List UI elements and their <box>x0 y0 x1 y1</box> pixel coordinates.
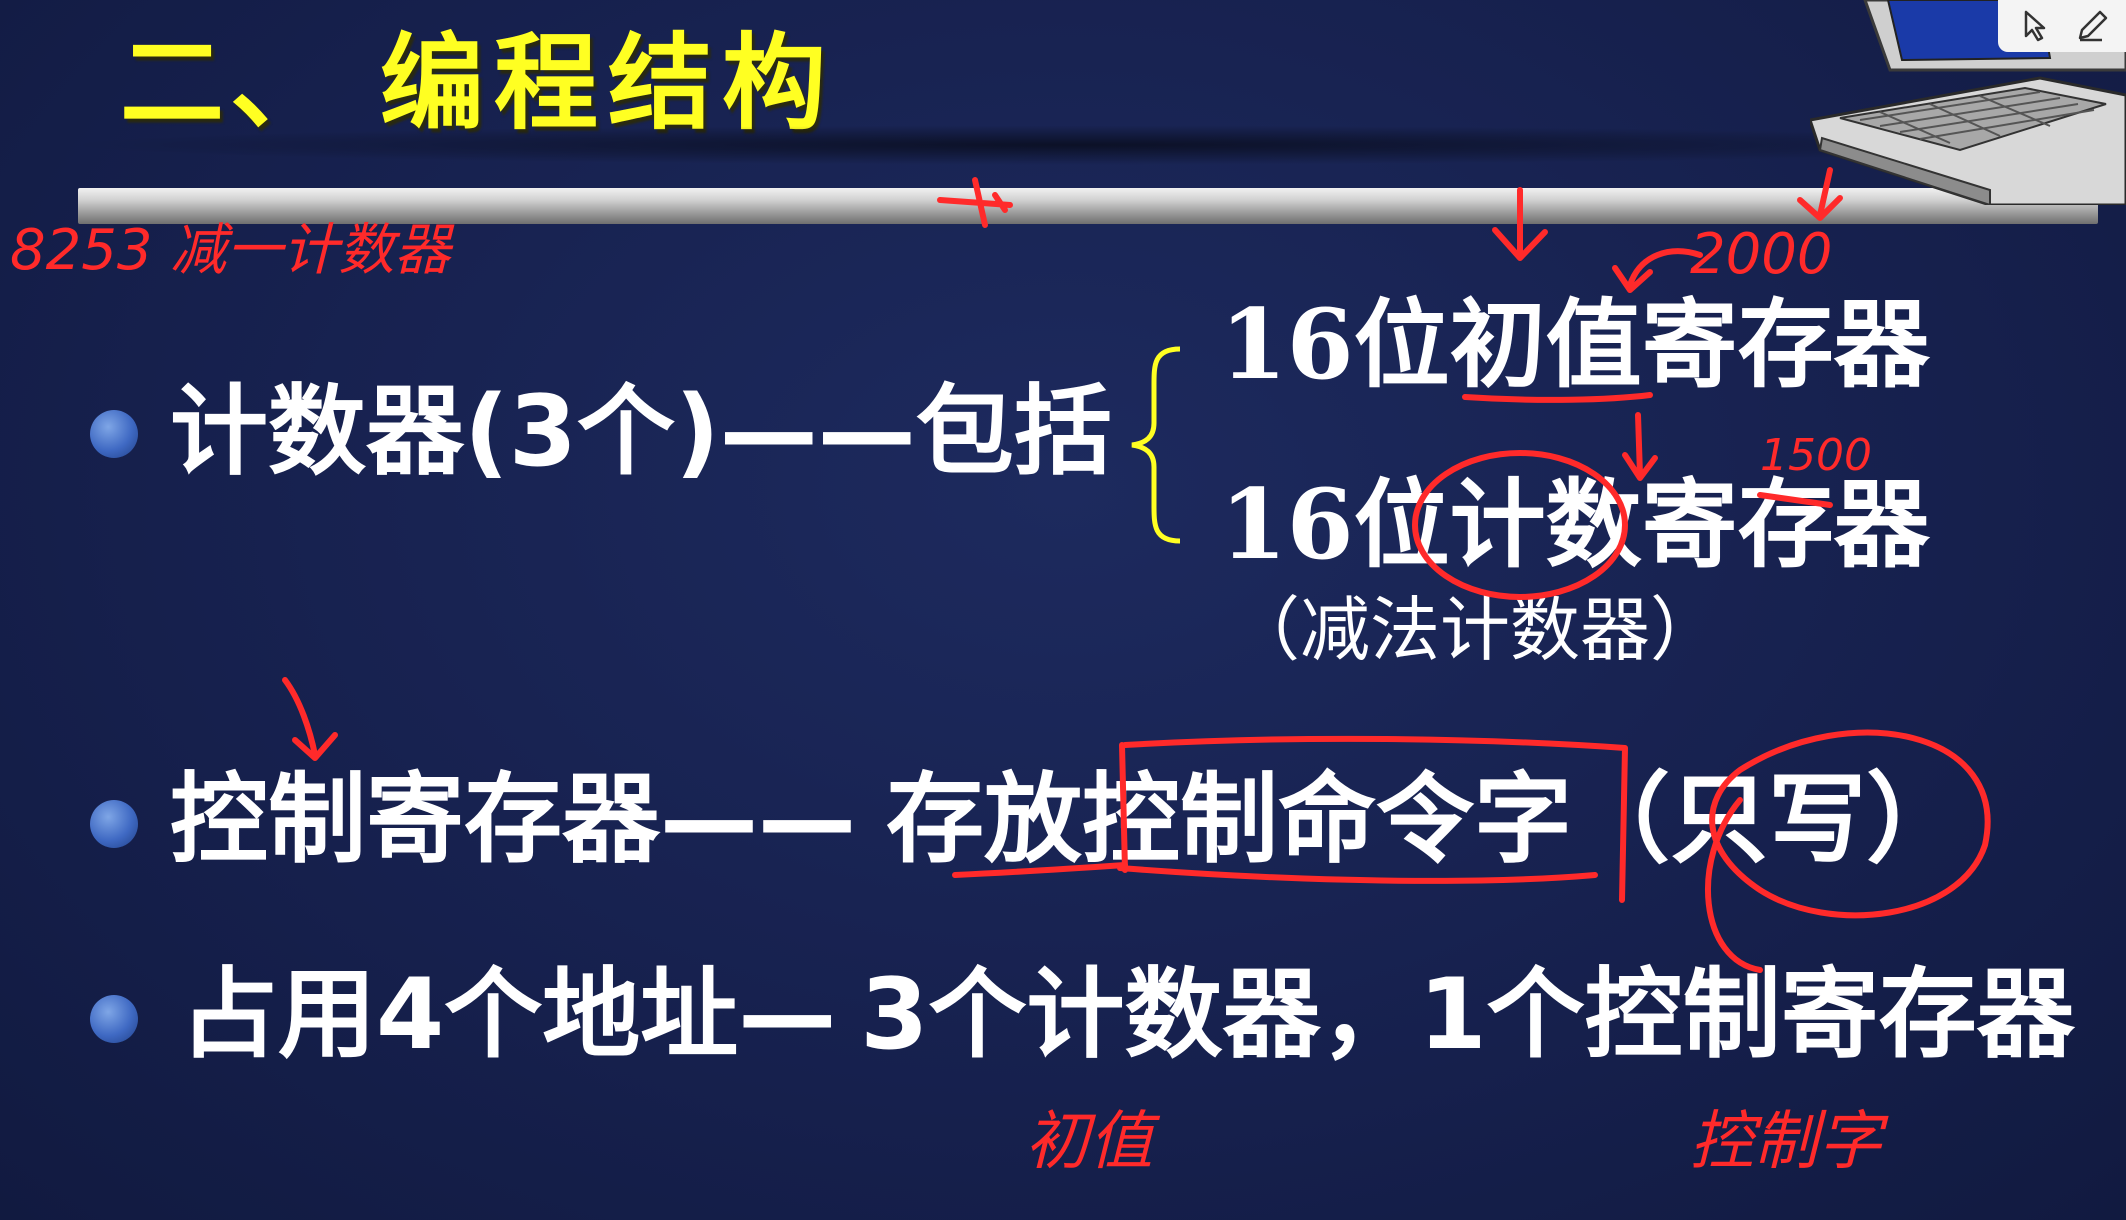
address-part3-count: 1 <box>1418 958 1487 1072</box>
counter-label: 计数器(3个) <box>170 375 720 489</box>
control-line: 控制寄存器—— 存放控制命令字（只写） <box>170 760 1964 880</box>
count-register-line: 16位计数寄存器 <box>1220 468 1930 581</box>
address-count: 4 <box>376 958 445 1072</box>
counter-line: 计数器(3个)——包括 <box>170 372 1112 492</box>
counter-connector: —— <box>719 375 916 489</box>
initial-register-line: 16位初值寄存器 <box>1220 288 1930 401</box>
title-shadow <box>60 125 2090 165</box>
address-connector: — <box>738 958 837 1072</box>
counter-includes: 包括 <box>915 375 1112 489</box>
pen-tool-button[interactable] <box>2072 6 2116 46</box>
slide-canvas: 二、 编程结构 计数器(3个)——包括 16位初值寄存器 16位计数寄存器 （减… <box>0 0 2126 1220</box>
address-part3: 个控制寄存器 <box>1486 958 2075 1072</box>
pen-icon <box>2078 10 2108 42</box>
control-paren-close: ） <box>1866 763 1965 877</box>
handwritten-note-8253: 8253 减一计数器 <box>10 218 451 283</box>
bullet-counter <box>90 410 138 458</box>
handwritten-note-1500: 1500 <box>1760 430 1872 481</box>
control-paren-open: （ <box>1572 763 1671 877</box>
address-part2: 个计数器， <box>928 958 1419 1072</box>
bullet-control <box>90 800 138 848</box>
address-suffix: 个地址 <box>444 958 739 1072</box>
handwritten-note-initial-value: 初值 <box>1025 1105 1153 1179</box>
register-note: （减法计数器） <box>1230 589 1720 671</box>
control-desc-main: 控制命令字 <box>1082 763 1573 877</box>
address-line: 占用4个地址— 3个计数器，1个控制寄存器 <box>180 955 2075 1075</box>
cursor-icon <box>2024 10 2046 42</box>
address-part2-count: 3 <box>860 958 929 1072</box>
cursor-tool-button[interactable] <box>2014 6 2058 46</box>
control-label: 控制寄存器 <box>170 763 661 877</box>
arrow-curve-2000 <box>1612 248 1703 293</box>
annotation-toolbar <box>1998 0 2126 52</box>
curly-brace <box>1131 346 1181 544</box>
control-paren-content: 只写 <box>1670 763 1867 877</box>
handwritten-note-2000: 2000 <box>1690 222 1833 287</box>
arrow-down-control <box>282 677 338 761</box>
control-connector: —— <box>660 763 857 877</box>
control-desc-prefix: 存放 <box>886 763 1083 877</box>
bullet-address <box>90 995 138 1043</box>
handwritten-note-control-word: 控制字 <box>1690 1105 1882 1179</box>
address-prefix: 占用 <box>180 958 377 1072</box>
